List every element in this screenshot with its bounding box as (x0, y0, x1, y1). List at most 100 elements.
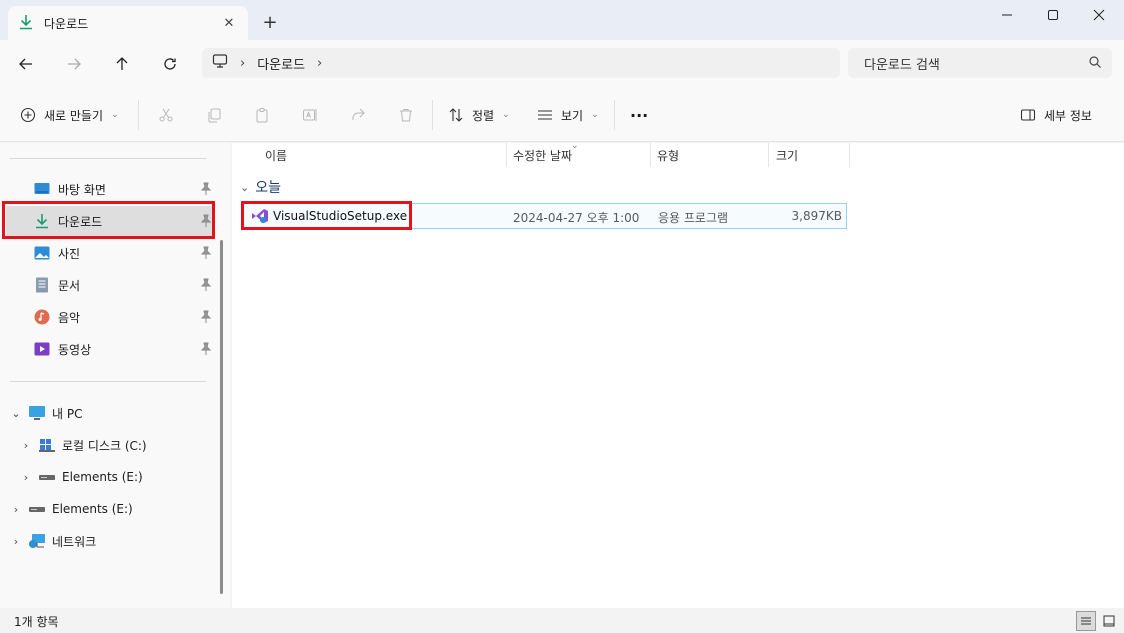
column-header-name[interactable]: 이름 (265, 143, 287, 167)
search-placeholder: 다운로드 검색 (864, 57, 940, 73)
address-bar[interactable]: › 다운로드 › (202, 48, 840, 78)
sidebar-item-label: 바탕 화면 (58, 182, 106, 197)
chevron-right-icon[interactable]: › (10, 503, 22, 516)
music-icon (34, 309, 50, 325)
maximize-icon[interactable] (1030, 0, 1076, 30)
highlight-box (241, 201, 412, 230)
chevron-down-icon: ⌄ (502, 110, 510, 120)
pin-icon[interactable] (200, 342, 212, 356)
close-tab-icon[interactable]: ✕ (218, 12, 240, 34)
details-view-button[interactable] (1076, 611, 1096, 631)
chevron-down-icon: ⌄ (591, 110, 599, 120)
sidebar-item-label: 음악 (58, 310, 81, 325)
tree-item-elements-root[interactable]: › Elements (E:) (0, 494, 210, 524)
forward-button[interactable] (58, 48, 90, 80)
sidebar-item-label: 문서 (58, 278, 81, 293)
sidebar-item-videos[interactable]: 동영상 (6, 334, 212, 364)
highlight-box (2, 201, 215, 239)
new-button[interactable]: 새로 만들기 ⌄ (20, 100, 119, 130)
details-view-icon (1081, 617, 1091, 625)
divider (138, 100, 139, 130)
arrow-left-icon (19, 58, 32, 70)
column-divider[interactable] (506, 143, 507, 167)
sidebar-item-desktop[interactable]: 바탕 화면 (6, 174, 212, 204)
new-button-label: 새로 만들기 (44, 108, 104, 123)
column-header-type[interactable]: 유형 (657, 143, 679, 167)
monitor-icon (28, 405, 46, 421)
breadcrumb-downloads[interactable]: 다운로드 (257, 54, 305, 73)
view-button[interactable]: 보기 ⌄ (537, 100, 599, 130)
chevron-right-icon[interactable]: › (10, 535, 22, 548)
tree-item-label: Elements (E:) (62, 470, 143, 484)
status-bar: 1개 항목 (0, 608, 1124, 633)
paste-button[interactable] (246, 100, 278, 130)
arrow-up-icon (116, 57, 128, 70)
download-icon (18, 14, 34, 33)
column-divider[interactable] (849, 143, 850, 167)
pictures-icon (34, 245, 50, 261)
share-button[interactable] (342, 100, 374, 130)
pin-icon[interactable] (200, 246, 212, 260)
pin-icon[interactable] (200, 182, 212, 196)
large-icons-view-button[interactable] (1099, 611, 1119, 631)
view-label: 보기 (561, 108, 584, 123)
back-button[interactable] (10, 48, 42, 80)
desktop-icon (34, 181, 50, 197)
sidebar-item-pictures[interactable]: 사진 (6, 238, 212, 268)
tree-item-this-pc[interactable]: ⌄ 내 PC (0, 398, 210, 428)
sidebar-item-music[interactable]: 음악 (6, 302, 212, 332)
chevron-right-icon[interactable]: › (317, 56, 322, 71)
details-pane-button[interactable]: 세부 정보 (1020, 100, 1092, 130)
view-list-icon (538, 110, 552, 120)
item-count: 1개 항목 (14, 615, 59, 629)
tree-item-elements-drive[interactable]: › Elements (E:) (10, 462, 220, 492)
rename-button[interactable] (294, 100, 326, 130)
more-options-button[interactable]: ··· (630, 100, 648, 130)
divider (614, 100, 615, 130)
tree-item-network[interactable]: › 네트워크 (0, 526, 210, 556)
sidebar-item-label: 동영상 (58, 342, 92, 357)
sidebar-scrollbar[interactable] (220, 240, 223, 594)
arrow-right-icon (68, 58, 81, 70)
column-divider[interactable] (768, 143, 769, 167)
external-drive-icon (38, 469, 56, 485)
column-divider[interactable] (650, 143, 651, 167)
chevron-down-icon[interactable]: ⌄ (10, 407, 22, 420)
copy-icon (208, 108, 221, 123)
close-window-icon[interactable] (1076, 0, 1122, 30)
drive-icon (38, 437, 56, 453)
details-pane-icon (1020, 109, 1036, 121)
refresh-button[interactable] (154, 48, 186, 80)
sort-label: 정렬 (472, 108, 495, 123)
chevron-right-icon[interactable]: › (20, 439, 32, 452)
new-tab-button[interactable]: + (258, 10, 282, 34)
group-label: 오늘 (255, 180, 281, 196)
cut-button[interactable] (150, 100, 182, 130)
tab-downloads[interactable]: 다운로드 ✕ (8, 6, 248, 40)
pin-icon[interactable] (200, 278, 212, 292)
divider (10, 381, 206, 382)
tree-item-local-disk[interactable]: › 로컬 디스크 (C:) (10, 430, 220, 460)
chevron-down-icon[interactable]: ⌄ (240, 181, 249, 194)
sort-button[interactable]: 정렬 ⌄ (448, 100, 510, 130)
group-header-today[interactable]: ⌄ 오늘 (240, 177, 281, 197)
sidebar-item-documents[interactable]: 문서 (6, 270, 212, 300)
chevron-right-icon[interactable]: › (20, 471, 32, 484)
plus-circle-icon (20, 107, 36, 123)
file-type: 응용 프로그램 (658, 211, 729, 225)
rename-icon (303, 109, 317, 121)
tree-item-label: 내 PC (52, 406, 83, 421)
chevron-right-icon[interactable]: › (240, 56, 245, 71)
divider (432, 100, 433, 130)
minimize-icon[interactable] (984, 0, 1030, 30)
up-button[interactable] (106, 48, 138, 80)
column-header-size[interactable]: 크기 (776, 143, 798, 167)
copy-button[interactable] (198, 100, 230, 130)
file-size: 3,897KB (791, 209, 842, 223)
search-input[interactable]: 다운로드 검색 (848, 48, 1112, 78)
column-header-modified[interactable]: 수정한 날짜 (513, 143, 572, 167)
pin-icon[interactable] (200, 310, 212, 324)
delete-button[interactable] (390, 100, 422, 130)
chevron-down-icon: ⌄ (111, 110, 119, 120)
sort-chevron-icon: ⌄ (571, 141, 579, 151)
